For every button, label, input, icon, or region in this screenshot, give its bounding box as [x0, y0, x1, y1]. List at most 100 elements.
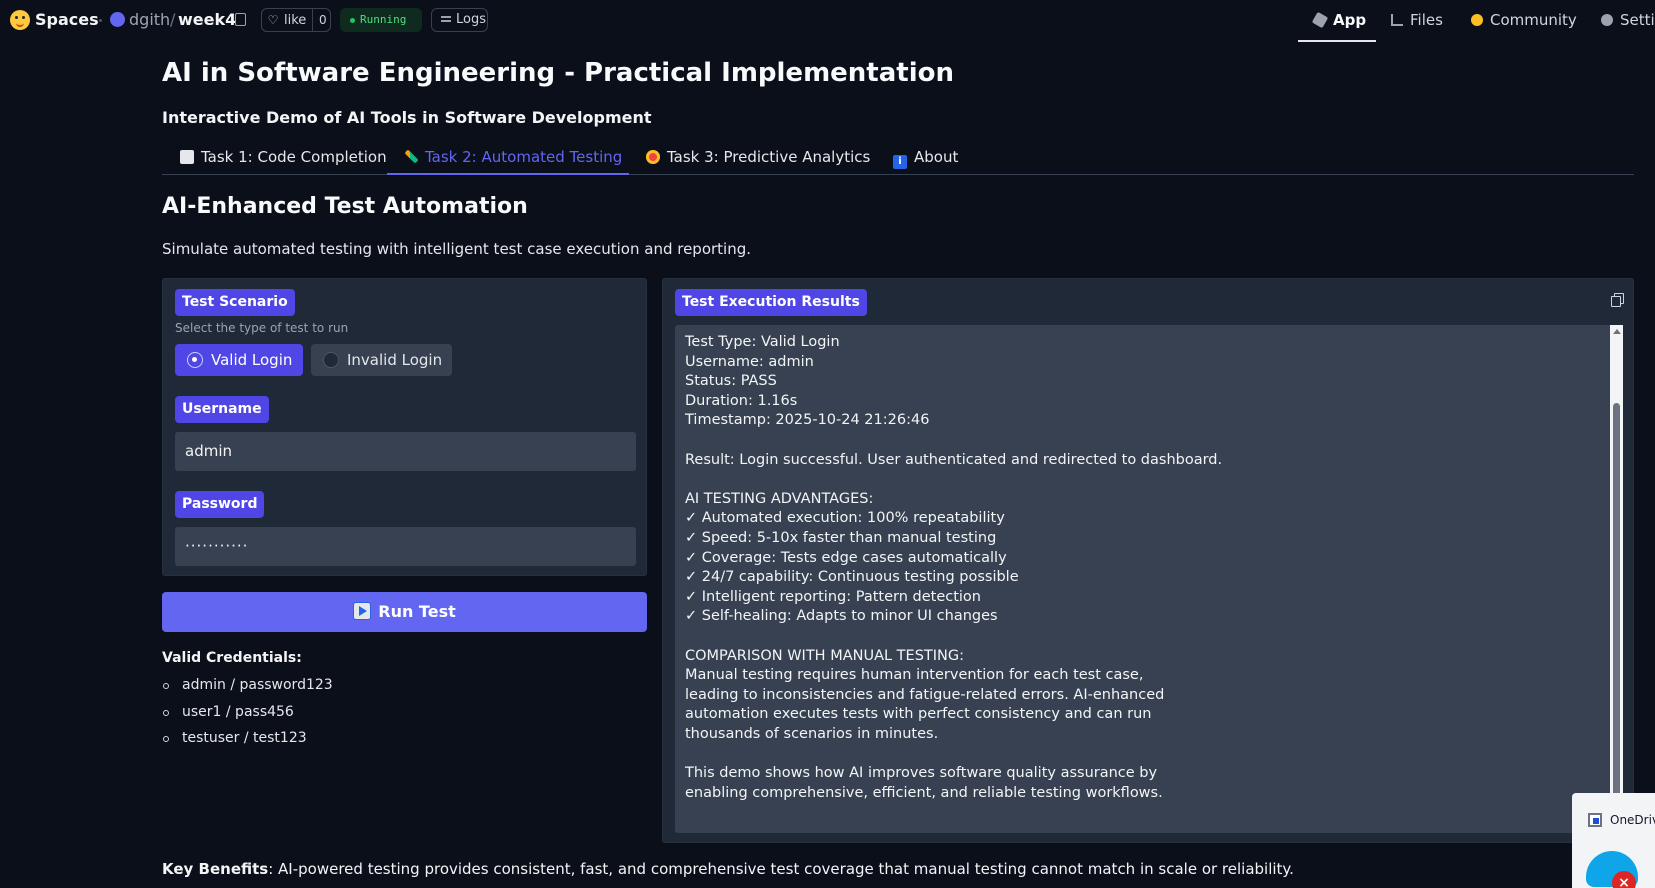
result-line: Timestamp: 2025-10-24 21:26:46 — [685, 412, 930, 429]
radio-checked-icon — [187, 352, 203, 368]
like-button[interactable]: ♡ like 0 — [261, 8, 331, 32]
cube-icon — [1311, 11, 1329, 29]
tab-label: Task 3: Predictive Analytics — [667, 148, 871, 166]
repo-link[interactable]: week4 — [178, 10, 236, 29]
result-line: This demo shows how AI improves software… — [685, 765, 1158, 782]
result-line: ✓ Self-healing: Adapts to minor UI chang… — [685, 608, 998, 625]
radio-label: Valid Login — [211, 351, 293, 369]
heart-icon: ♡ — [267, 13, 279, 27]
nav-files-label: Files — [1410, 11, 1443, 29]
owner-link[interactable]: dgith — [129, 10, 170, 29]
result-line: Result: Login successful. User authentic… — [685, 451, 1223, 468]
top-bar: Spaces dgith / week4 ♡ like 0 Running Lo… — [0, 0, 1655, 42]
run-test-label: Run Test — [378, 602, 456, 621]
result-line: ✓ Automated execution: 100% repeatabilit… — [685, 510, 1005, 527]
spaces-link[interactable]: Spaces — [35, 10, 99, 29]
path-separator: / — [170, 10, 176, 29]
result-line — [685, 627, 1222, 647]
scrollbar-thumb[interactable] — [1613, 403, 1620, 823]
nav-app-label: App — [1333, 11, 1367, 29]
results-text: Test Type: Valid Login Username: admin Sta… — [685, 333, 1222, 803]
result-line: Manual testing requires human interventi… — [685, 667, 1144, 684]
run-test-button[interactable]: Run Test — [162, 592, 647, 632]
result-line: enabling comprehensive, efficient, and r… — [685, 784, 1163, 801]
nav-app[interactable]: App — [1311, 10, 1367, 32]
logs-button[interactable]: Logs — [431, 8, 488, 32]
scrollbar[interactable] — [1610, 325, 1623, 833]
status-dot-icon — [350, 17, 355, 23]
tab-about[interactable]: i About — [893, 145, 958, 175]
result-line: ✓ Speed: 5-10x faster than manual testin… — [685, 529, 997, 546]
test-results-panel: Test Execution Results Test Type: Valid … — [662, 278, 1634, 843]
result-line: ✓ Intelligent reporting: Pattern detecti… — [685, 588, 981, 605]
community-icon — [1471, 14, 1483, 26]
valid-credentials-title: Valid Credentials: — [162, 650, 302, 666]
info-icon: i — [893, 155, 907, 169]
result-line: Duration: 1.16s — [685, 392, 798, 409]
nav-settings[interactable]: Setti — [1601, 10, 1655, 32]
key-benefits-text: Key Benefits: AI-powered testing provide… — [162, 860, 1294, 878]
section-title: AI-Enhanced Test Automation — [162, 194, 528, 219]
onedrive-label: OneDriv — [1610, 813, 1655, 827]
test-results-label: Test Execution Results — [675, 289, 867, 316]
result-line: leading to inconsistencies and fatigue-r… — [685, 686, 1165, 703]
memo-icon — [180, 150, 194, 164]
copy-icon[interactable] — [1608, 289, 1628, 309]
active-tab-indicator — [387, 173, 629, 175]
scroll-up-icon[interactable] — [1613, 329, 1621, 334]
target-icon — [646, 150, 660, 164]
password-label: Password — [175, 491, 265, 518]
nav-files[interactable]: Files — [1391, 10, 1443, 32]
pencil-icon — [404, 149, 419, 164]
radio-label: Invalid Login — [347, 351, 443, 369]
tab-bar: Task 1: Code Completion Task 2: Automate… — [162, 145, 1634, 175]
gear-icon — [1601, 14, 1613, 26]
result-line: ✓ 24/7 capability: Continuous testing po… — [685, 569, 1019, 586]
running-status-badge[interactable]: Running — [340, 8, 422, 32]
result-line: thousands of scenarios in minutes. — [685, 725, 939, 742]
nav-app-active-indicator — [1298, 40, 1376, 42]
copy-repo-name-icon[interactable] — [235, 13, 246, 26]
result-line: COMPARISON WITH MANUAL TESTING: — [685, 647, 965, 664]
result-line — [685, 470, 1222, 490]
radio-valid-login[interactable]: Valid Login — [175, 344, 303, 376]
tab-predictive-analytics[interactable]: Task 3: Predictive Analytics — [646, 145, 870, 175]
results-textbox[interactable]: Test Type: Valid Login Username: admin Sta… — [675, 325, 1623, 833]
separator-dot — [99, 19, 102, 22]
play-icon — [353, 602, 372, 620]
key-benefits-body: : AI-powered testing provides consistent… — [268, 860, 1294, 878]
section-description: Simulate automated testing with intellig… — [162, 240, 752, 258]
radio-invalid-login[interactable]: Invalid Login — [311, 344, 452, 376]
result-line: automation executes tests with perfect c… — [685, 706, 1152, 723]
like-label: like — [284, 12, 307, 28]
test-scenario-label: Test Scenario — [175, 289, 295, 316]
huggingface-logo-icon[interactable] — [10, 10, 30, 30]
test-input-panel: Test Scenario Select the type of test to… — [162, 278, 647, 576]
username-label: Username — [175, 396, 269, 423]
nav-settings-label: Setti — [1620, 11, 1655, 29]
tab-label: About — [914, 148, 959, 166]
tab-label: Task 2: Automated Testing — [425, 148, 623, 166]
result-line: Status: PASS — [685, 373, 777, 390]
status-label: Running — [360, 13, 407, 26]
tab-code-completion[interactable]: Task 1: Code Completion — [180, 145, 387, 175]
onedrive-app-icon — [1588, 813, 1602, 827]
test-scenario-info: Select the type of test to run — [175, 321, 349, 335]
files-icon — [1391, 14, 1403, 26]
nav-community-label: Community — [1490, 11, 1577, 29]
nav-community[interactable]: Community — [1471, 10, 1577, 32]
key-benefits-label: Key Benefits — [162, 860, 269, 878]
owner-avatar[interactable] — [110, 12, 125, 27]
onedrive-popup[interactable]: OneDriv × — [1572, 793, 1655, 888]
result-line — [685, 744, 1222, 764]
page-subtitle: Interactive Demo of AI Tools in Software… — [162, 108, 652, 127]
tab-automated-testing[interactable]: Task 2: Automated Testing — [404, 145, 623, 175]
like-count: 0 — [312, 9, 327, 31]
list-item: testuser / test123 — [163, 730, 307, 746]
result-line: ✓ Coverage: Tests edge cases automatical… — [685, 549, 1007, 566]
result-line: AI TESTING ADVANTAGES: — [685, 490, 874, 507]
username-field[interactable]: admin — [175, 432, 636, 471]
radio-unchecked-icon — [323, 352, 339, 368]
result-line: Username: admin — [685, 353, 814, 370]
password-field[interactable]: ··········· — [175, 527, 636, 566]
